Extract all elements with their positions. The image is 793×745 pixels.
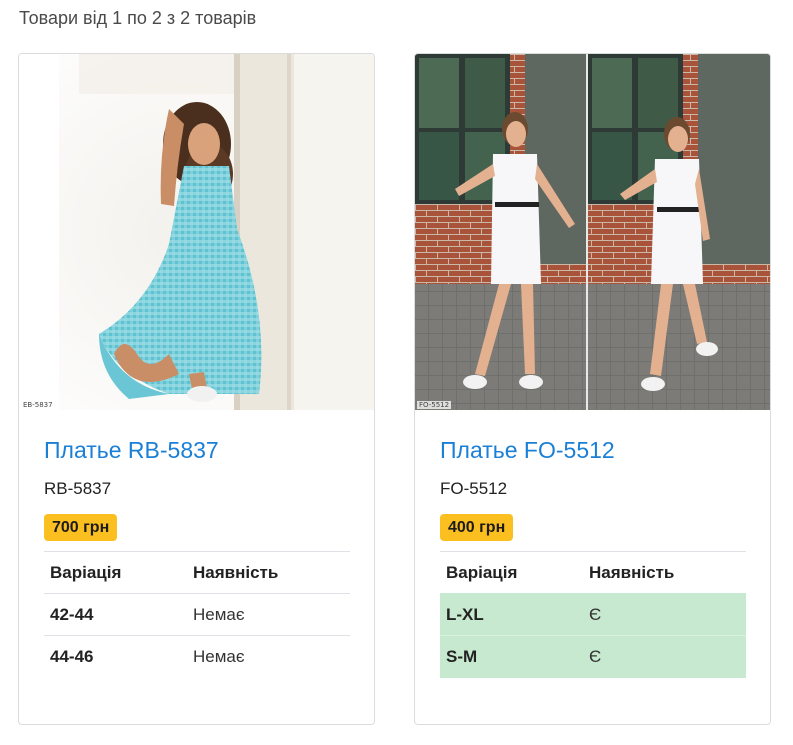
product-photo[interactable]: EB-5837 <box>19 54 374 410</box>
price-badge: 700 грн <box>44 514 118 541</box>
column-header-variation: Варіація <box>440 551 583 594</box>
product-title-link[interactable]: Платье RB-5837 <box>44 437 219 464</box>
column-header-availability: Наявність <box>583 551 746 594</box>
product-code: FO-5512 <box>440 479 508 498</box>
table-row: 44-46 Немає <box>44 635 350 678</box>
price-badge: 400 грн <box>440 514 514 541</box>
table-row: 42-44 Немає <box>44 593 350 636</box>
product-title-link[interactable]: Платье FO-5512 <box>440 437 615 464</box>
column-header-availability: Наявність <box>187 551 350 594</box>
table-row: S-M Є <box>440 635 746 678</box>
variation-size: 44-46 <box>44 635 187 678</box>
product-card: FO-5512 Платье FO-5512 FO-5512 400 грн В… <box>414 53 771 725</box>
variation-size: 42-44 <box>44 593 187 636</box>
results-summary: Товари від 1 по 2 з 2 товарів <box>19 8 257 28</box>
image-sku-tag: EB-5837 <box>21 401 55 409</box>
table-header-row: Варіація Наявність <box>44 551 350 594</box>
product-photo[interactable]: FO-5512 <box>415 54 770 410</box>
column-header-variation: Варіація <box>44 551 187 594</box>
variation-availability: Немає <box>187 635 350 678</box>
variations-table: Варіація Наявність 42-44 Немає 44-46 Нем… <box>44 551 350 678</box>
variation-availability: Є <box>583 635 746 678</box>
image-sku-tag: FO-5512 <box>417 401 452 409</box>
variation-availability: Немає <box>187 593 350 636</box>
table-header-row: Варіація Наявність <box>440 551 746 594</box>
table-row: L-XL Є <box>440 593 746 636</box>
variations-table: Варіація Наявність L-XL Є S-M Є <box>440 551 746 678</box>
product-code: RB-5837 <box>44 479 112 498</box>
variation-size: L-XL <box>440 593 583 636</box>
variation-size: S-M <box>440 635 583 678</box>
product-card: EB-5837 Платье RB-5837 RB-5837 700 грн В… <box>18 53 375 725</box>
variation-availability: Є <box>583 593 746 636</box>
